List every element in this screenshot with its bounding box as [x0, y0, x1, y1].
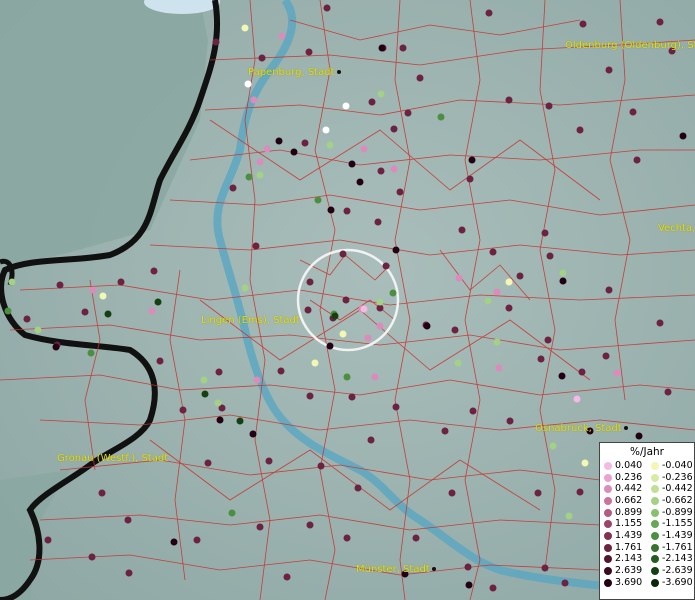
legend-value: 1.439: [615, 529, 643, 541]
legend-value: -0.662: [662, 494, 693, 506]
legend-swatch: [604, 531, 612, 540]
legend-swatch: [604, 473, 612, 482]
legend-swatch: [651, 531, 659, 540]
legend-swatch: [651, 567, 659, 576]
legend-entry-negative: -0.040: [647, 459, 694, 471]
legend-swatch: [651, 555, 659, 564]
legend-value: -3.690: [662, 576, 693, 588]
legend-swatch: [604, 543, 612, 552]
city-label-osnabrueck: Osnabrück, Stadt: [535, 423, 628, 434]
legend-value: -0.236: [662, 471, 693, 483]
legend-swatch: [604, 508, 612, 517]
legend-entry-negative: -0.236: [647, 471, 694, 483]
legend-row: 0.236 -0.236: [600, 472, 694, 484]
legend-entry-positive: 3.690: [600, 576, 647, 588]
legend-row: 1.761 -1.761: [600, 542, 694, 554]
legend-swatch: [604, 461, 612, 470]
legend-entry-negative: -0.662: [647, 494, 694, 506]
legend-entry-positive: 2.639: [600, 566, 647, 576]
legend-value: 1.761: [615, 541, 643, 553]
legend-value: 2.639: [615, 565, 643, 577]
legend-rows: 0.040 -0.040 0.236 -0.236 0.442 -0.442 0.662 -0…: [600, 460, 694, 589]
legend-swatch: [604, 578, 612, 587]
legend-value: -1.761: [662, 541, 693, 553]
legend-entry-negative: -2.143: [647, 554, 694, 564]
legend-entry-positive: 0.662: [600, 494, 647, 506]
legend-row: 0.899 -0.899: [600, 507, 694, 519]
legend-value: 0.442: [615, 483, 643, 495]
legend-value: -1.155: [662, 518, 693, 530]
legend-swatch: [604, 496, 612, 505]
legend-entry-negative: -2.639: [647, 566, 694, 576]
legend-row: 1.439 -1.439: [600, 530, 694, 542]
legend-swatch: [651, 461, 659, 470]
legend-entry-positive: 1.761: [600, 541, 647, 553]
legend-swatch: [604, 485, 612, 494]
legend-swatch: [604, 555, 612, 564]
legend-entry-negative: -3.690: [647, 576, 694, 588]
city-label-oldenburg: Oldenburg (Oldenburg), Stadt: [565, 40, 695, 51]
legend-row: 0.040 -0.040: [600, 460, 694, 472]
legend-swatch: [651, 473, 659, 482]
map-base-layer: [0, 0, 695, 600]
legend-entry-negative: -0.442: [647, 484, 694, 494]
legend-row: 3.690 -3.690: [600, 577, 694, 589]
legend-value: 1.155: [615, 518, 643, 530]
city-label-lingen: Lingen (Ems), Stadt: [201, 315, 300, 326]
legend-row: 0.442 -0.442: [600, 483, 694, 495]
legend-entry-positive: 2.143: [600, 554, 647, 564]
legend-value: 0.899: [615, 506, 643, 518]
legend-swatch: [604, 520, 612, 529]
map-legend: %/Jahr 0.040 -0.040 0.236 -0.236 0.442 -0.442…: [599, 442, 695, 600]
legend-entry-positive: 0.040: [600, 459, 647, 471]
legend-swatch: [651, 520, 659, 529]
legend-row: 1.155 -1.155: [600, 518, 694, 530]
legend-swatch: [651, 496, 659, 505]
legend-title: %/Jahr: [629, 446, 665, 458]
legend-entry-positive: 0.442: [600, 484, 647, 494]
city-label-vechta: Vechta, Stadt: [658, 223, 695, 234]
map-view[interactable]: Papenburg, Stadt Oldenburg (Oldenburg), …: [0, 0, 695, 600]
legend-value: -0.899: [662, 506, 693, 518]
legend-row: 2.143 -2.143: [600, 554, 694, 566]
legend-value: 2.143: [615, 553, 643, 565]
city-label-muenster: Münster, Stadt: [356, 564, 436, 575]
legend-row: 2.639 -2.639: [600, 565, 694, 577]
legend-entry-positive: 0.899: [600, 506, 647, 518]
legend-value: 0.040: [615, 459, 643, 471]
legend-entry-positive: 0.236: [600, 471, 647, 483]
legend-entry-positive: 1.439: [600, 529, 647, 541]
legend-row: 0.662 -0.662: [600, 495, 694, 507]
legend-value: -0.040: [662, 459, 693, 471]
legend-swatch: [651, 543, 659, 552]
legend-entry-negative: -1.439: [647, 529, 694, 541]
legend-entry-positive: 1.155: [600, 519, 647, 529]
legend-value: -2.639: [662, 565, 693, 577]
city-label-gronau: Gronau (Westf.), Stadt: [57, 453, 169, 464]
legend-value: -2.143: [662, 553, 693, 565]
legend-value: -1.439: [662, 529, 693, 541]
legend-swatch: [604, 567, 612, 576]
legend-entry-negative: -1.155: [647, 519, 694, 529]
legend-value: -0.442: [662, 483, 693, 495]
legend-entry-negative: -0.899: [647, 506, 694, 518]
legend-value: 0.236: [615, 471, 643, 483]
legend-swatch: [651, 485, 659, 494]
legend-entry-negative: -1.761: [647, 541, 694, 553]
legend-swatch: [651, 578, 659, 587]
legend-swatch: [651, 508, 659, 517]
city-label-papenburg: Papenburg, Stadt: [248, 67, 341, 78]
legend-value: 0.662: [615, 494, 643, 506]
legend-value: 3.690: [615, 576, 643, 588]
